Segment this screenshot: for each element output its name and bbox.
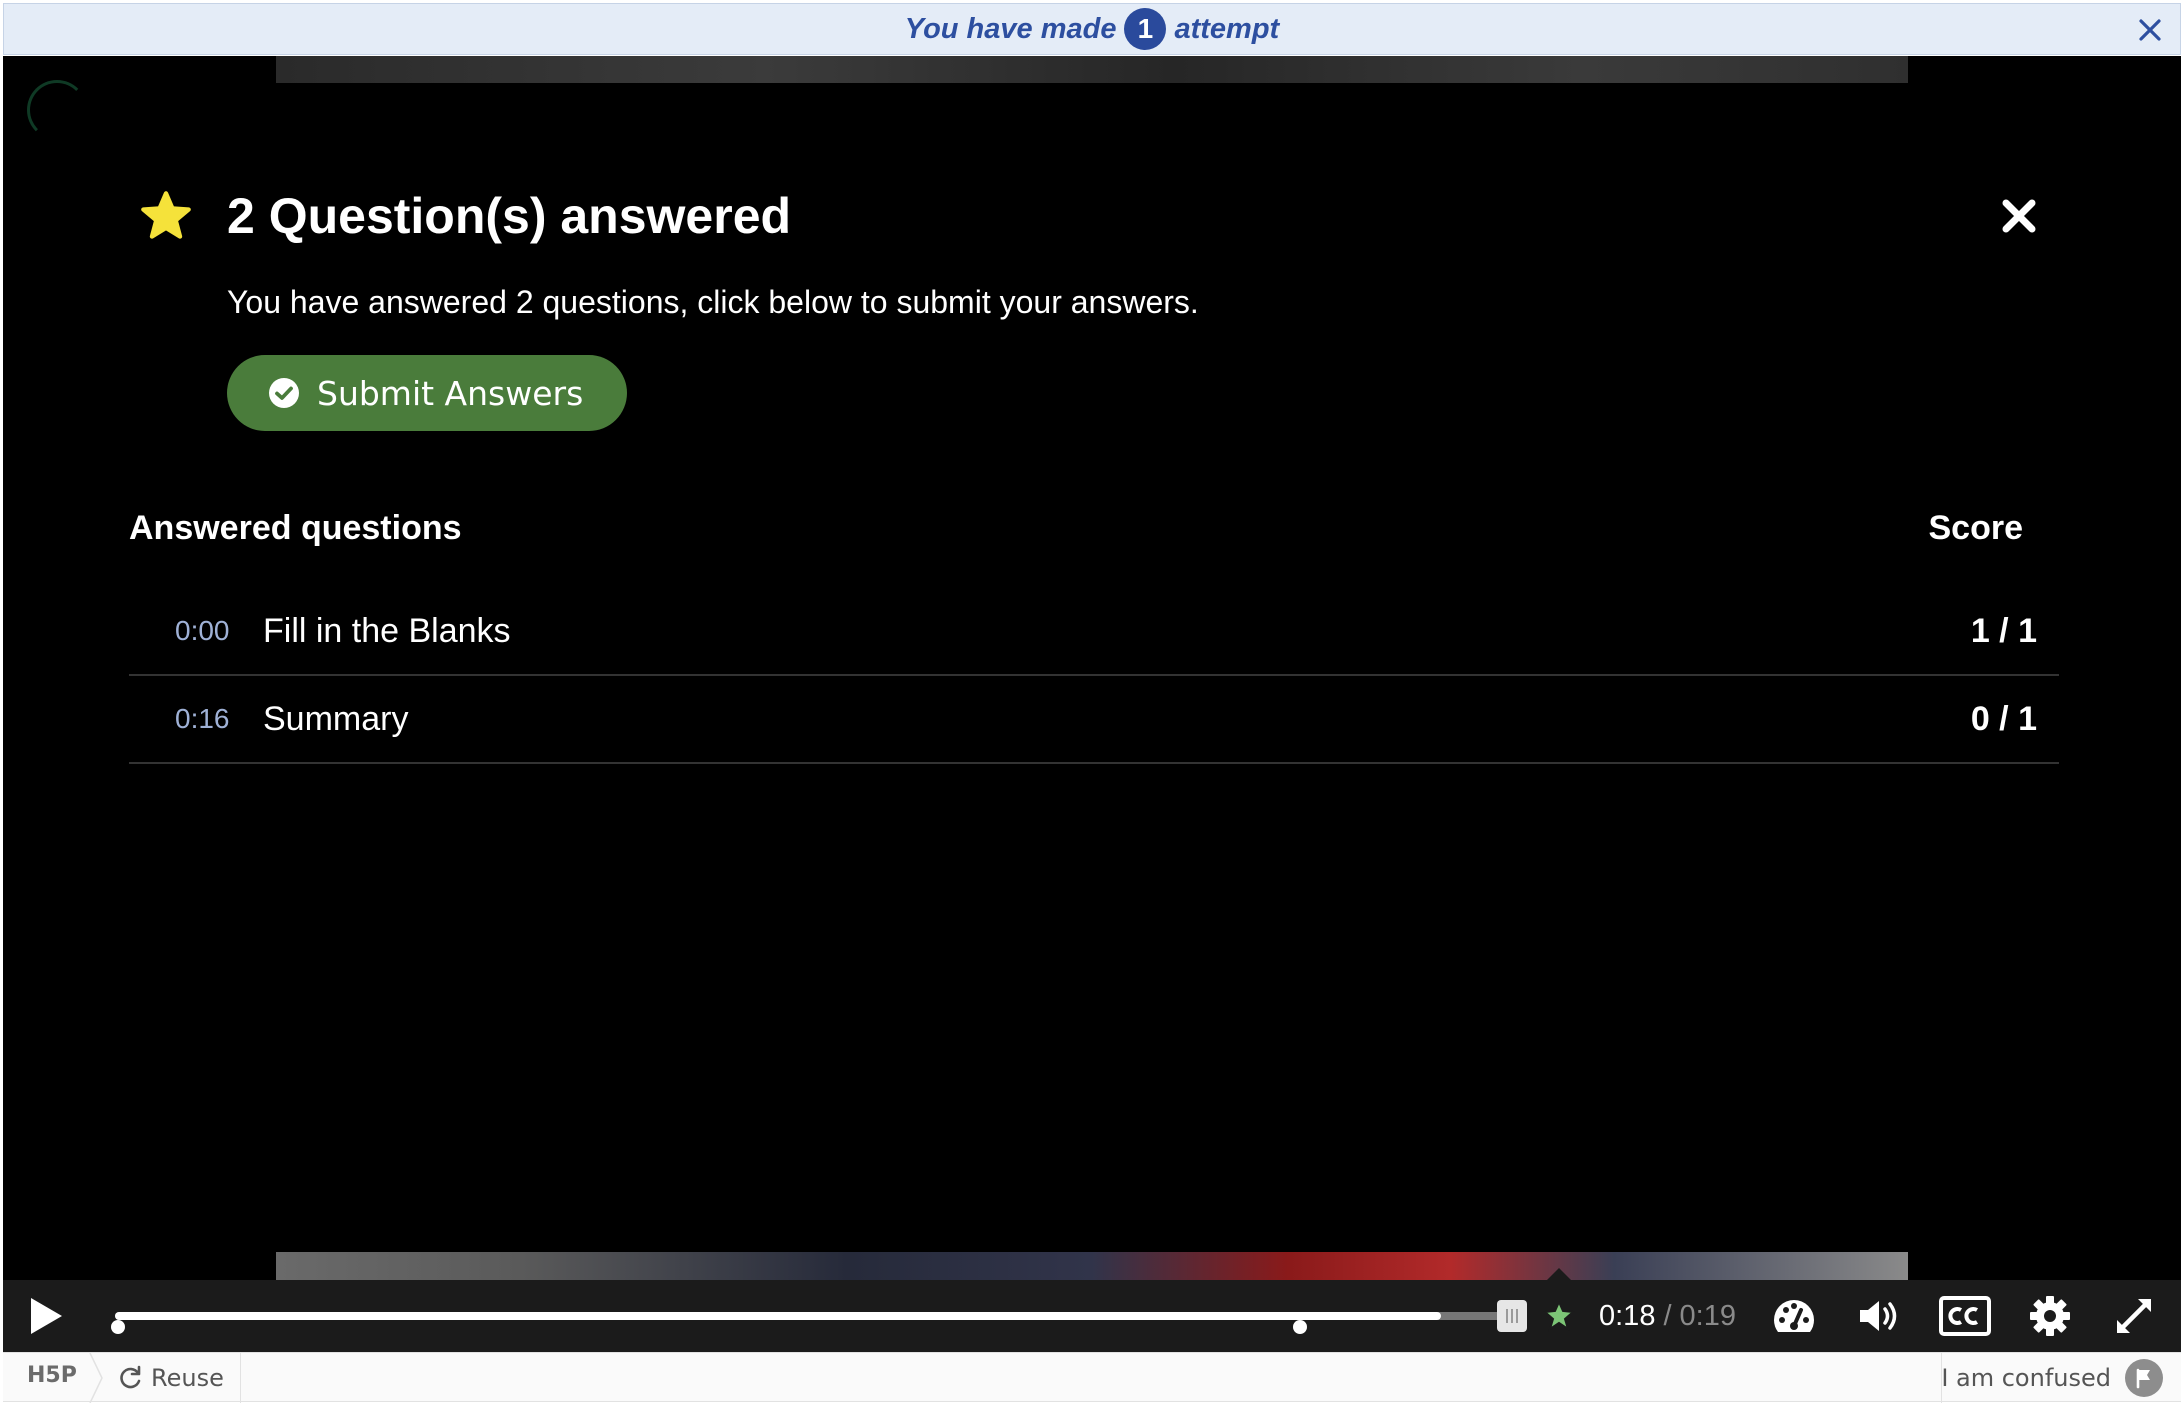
banner-text-after: attempt	[1174, 12, 1280, 45]
reuse-button[interactable]: Reuse	[117, 1353, 224, 1403]
footer-divider	[240, 1353, 241, 1403]
gear-icon	[2030, 1296, 2070, 1336]
h5p-logo[interactable]: H5P	[27, 1363, 77, 1388]
answered-table-header: Answered questions Score	[129, 509, 2059, 548]
play-icon	[31, 1298, 62, 1334]
dialog-close-button[interactable]	[1991, 188, 2047, 244]
interaction-marker[interactable]	[1293, 1320, 1307, 1334]
star-badge-icon	[1542, 1299, 1576, 1332]
expand-icon	[2117, 1299, 2151, 1333]
refresh-icon	[120, 1365, 141, 1389]
confused-label: I am confused	[1941, 1364, 2111, 1392]
grip-icon	[1506, 1309, 1518, 1323]
loading-arc-icon	[27, 80, 87, 140]
submit-answers-button[interactable]: Submit Answers	[227, 355, 628, 431]
table-row[interactable]: 0:00 Fill in the Blanks 1 / 1	[129, 588, 2059, 676]
question-time: 0:00	[175, 615, 230, 646]
total-time: 0:19	[1679, 1299, 1736, 1332]
video-frame-top	[276, 56, 1908, 83]
close-icon	[2002, 199, 2036, 233]
answered-questions-heading: Answered questions	[129, 509, 462, 547]
question-time: 0:16	[175, 703, 230, 734]
close-icon	[2139, 19, 2161, 41]
interaction-marker[interactable]	[111, 1320, 125, 1334]
i-am-confused-button[interactable]: I am confused	[1941, 1353, 2163, 1403]
attempt-banner: You have made 1 attempt	[3, 3, 2181, 55]
player-controls: 0:18 / 0:19	[3, 1268, 2181, 1352]
playback-rate-button[interactable]	[1769, 1292, 1819, 1340]
volume-icon	[1860, 1301, 1897, 1331]
flag-icon	[2125, 1359, 2163, 1397]
chevron-separator-icon	[89, 1353, 103, 1403]
speedometer-icon	[1774, 1300, 1814, 1332]
attempt-count-badge: 1	[1124, 8, 1167, 50]
current-time: 0:18	[1599, 1299, 1656, 1332]
star-icon	[141, 191, 191, 239]
check-circle-icon	[269, 378, 299, 408]
time-display: 0:18 / 0:19	[1599, 1280, 1736, 1352]
dialog-header: 2 Question(s) answered	[129, 176, 2059, 256]
seek-handle[interactable]	[1497, 1300, 1527, 1332]
score-heading: Score	[1928, 509, 2024, 547]
captions-button[interactable]	[1937, 1292, 1993, 1340]
banner-close-button[interactable]	[2132, 12, 2168, 48]
dialog-title: 2 Question(s) answered	[227, 188, 792, 244]
bookmarks-button[interactable]	[1541, 1298, 1577, 1334]
reuse-label: Reuse	[151, 1364, 224, 1392]
play-button[interactable]	[19, 1292, 73, 1340]
video-frame-bottom	[276, 1252, 1908, 1280]
question-name: Summary	[263, 699, 409, 738]
seek-progress	[115, 1312, 1441, 1320]
answered-questions-list: 0:00 Fill in the Blanks 1 / 1 0:16 Summa…	[129, 588, 2059, 764]
settings-button[interactable]	[2025, 1292, 2075, 1340]
fullscreen-button[interactable]	[2109, 1292, 2159, 1340]
summary-dialog: 2 Question(s) answered You have answered…	[129, 176, 2059, 764]
question-score: 0 / 1	[1970, 699, 2037, 738]
h5p-footer: H5P Reuse I am confused	[3, 1352, 2181, 1403]
dialog-description: You have answered 2 questions, click bel…	[227, 284, 1199, 320]
bookmark-pointer	[1547, 1268, 1571, 1280]
question-score: 1 / 1	[1970, 611, 2037, 650]
time-separator: /	[1663, 1299, 1672, 1332]
table-row[interactable]: 0:16 Summary 0 / 1	[129, 676, 2059, 764]
interactive-video-player: 2 Question(s) answered You have answered…	[3, 56, 2181, 1352]
submit-answers-label: Submit Answers	[317, 373, 584, 413]
banner-text-before: You have made	[904, 12, 1117, 45]
closed-captions-icon	[1939, 1296, 1991, 1336]
volume-button[interactable]	[1855, 1292, 1905, 1340]
question-name: Fill in the Blanks	[263, 611, 511, 650]
seek-bar[interactable]	[111, 1312, 1515, 1334]
